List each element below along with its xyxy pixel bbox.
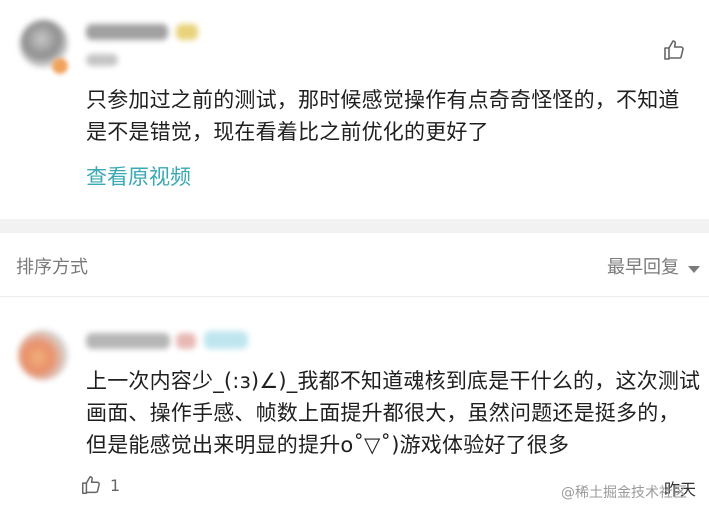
avatar-badge (52, 58, 68, 74)
sort-label: 排序方式 (16, 257, 88, 278)
tag-badge-blurred (204, 331, 248, 349)
watermark: @稀土掘金技术社区 (561, 485, 687, 501)
sort-select[interactable]: 最早回复 (607, 253, 701, 279)
level-badge-blurred (176, 24, 198, 40)
comment-text-line: 是不是错觉，现在看着比之前优化的更好了 (86, 120, 489, 144)
meta-blurred (86, 54, 118, 66)
comment-text-line: 画面、操作手感、帧数上面提升都很大，虽然问题还是挺多的， (86, 401, 680, 425)
like-icon[interactable] (80, 474, 102, 500)
comment-text-line: 上一次内容少_(:з)∠)_我都不知道魂核到底是干什么的，这次测试 (86, 369, 701, 393)
comment-text-line: 但是能感觉出来明显的提升o˚▽˚)游戏体验好了很多 (86, 433, 570, 457)
username-blurred[interactable] (86, 333, 170, 349)
sort-selected-value: 最早回复 (607, 257, 679, 278)
divider-line (0, 296, 709, 297)
username-blurred[interactable] (86, 24, 168, 40)
comment-text-line: 只参加过之前的测试，那时候感觉操作有点奇奇怪怪的，不知道 (86, 88, 680, 112)
section-divider (0, 219, 709, 233)
level-badge-blurred (176, 333, 196, 349)
like-icon[interactable] (662, 38, 686, 66)
view-original-video-link[interactable]: 查看原视频 (86, 161, 191, 191)
avatar[interactable] (18, 330, 68, 380)
caret-down-icon (688, 259, 701, 278)
like-count: 1 (110, 476, 121, 495)
